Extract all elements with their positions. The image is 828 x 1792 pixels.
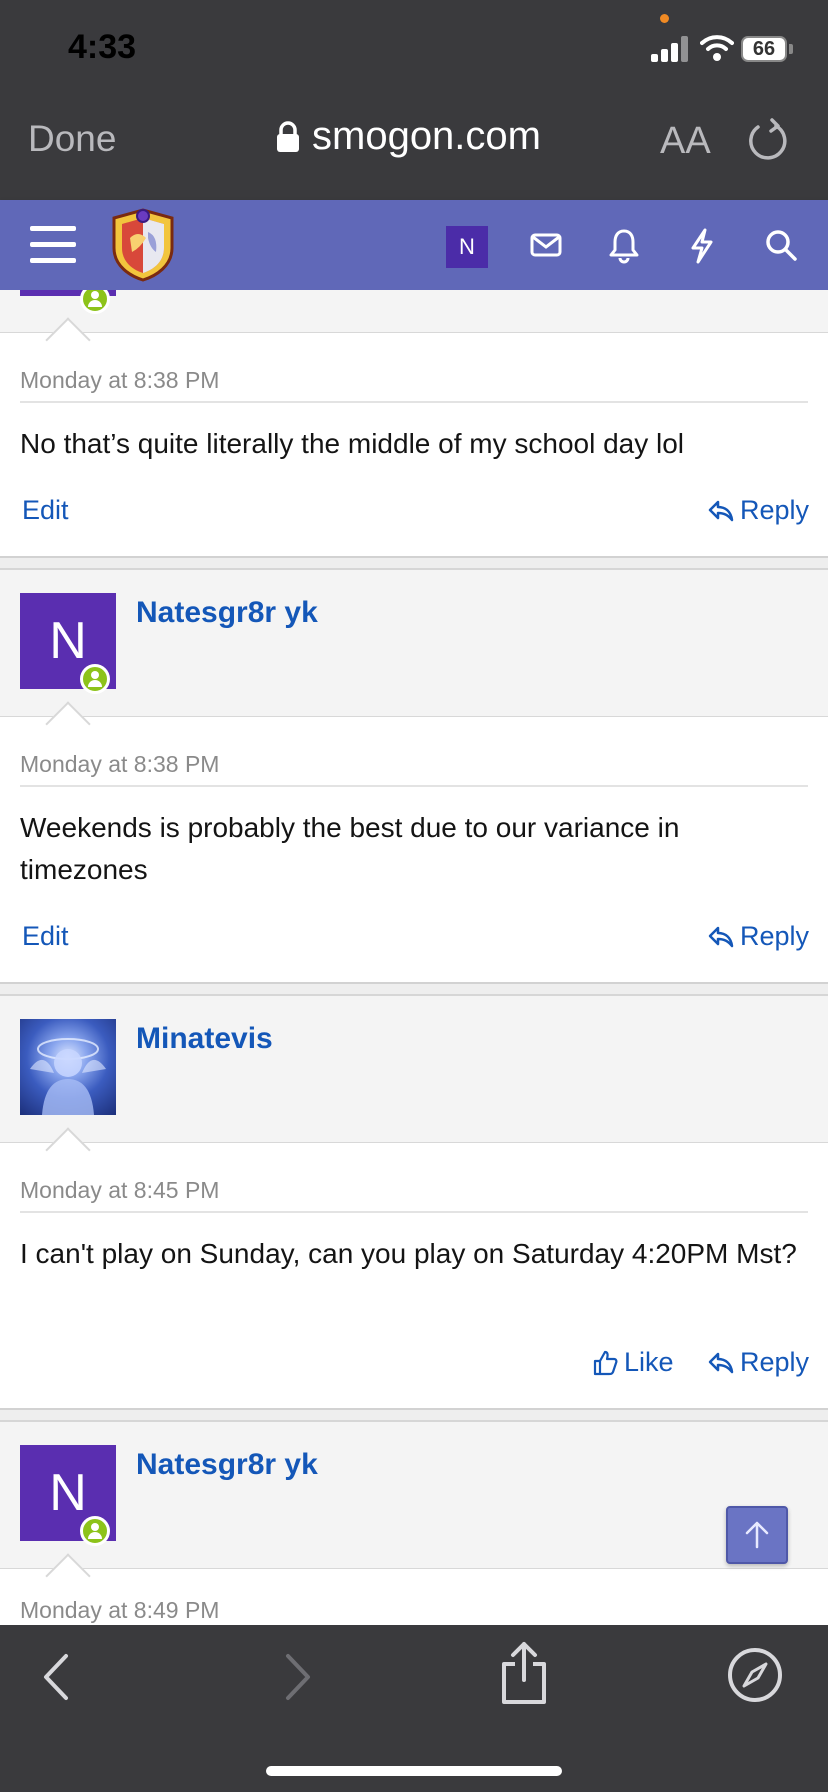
divider	[20, 785, 808, 787]
bell-icon[interactable]	[608, 228, 640, 264]
post-author-bar	[0, 996, 828, 1144]
reply-label: Reply	[740, 921, 810, 951]
post-separator	[0, 982, 828, 996]
reply-label: Reply	[740, 495, 810, 525]
edit-button[interactable]: Edit	[22, 495, 69, 526]
user-avatar[interactable]: N	[446, 226, 488, 268]
post-date[interactable]: Monday at 8:49 PM	[20, 1597, 219, 1624]
post-separator	[0, 556, 828, 570]
battery-tip	[789, 44, 793, 54]
lock-icon	[277, 120, 299, 152]
reply-icon	[708, 1352, 734, 1373]
back-icon[interactable]	[40, 1652, 74, 1702]
edit-label: Edit	[22, 495, 69, 525]
reply-button[interactable]: Reply	[708, 495, 809, 526]
camera-indicator	[660, 14, 669, 23]
forward-icon[interactable]	[280, 1652, 314, 1702]
reply-button[interactable]: Reply	[708, 921, 809, 952]
status-time: 4:33	[68, 28, 137, 66]
divider	[20, 1211, 808, 1213]
text-size-button[interactable]: AA	[660, 120, 711, 163]
edit-label: Edit	[22, 921, 69, 951]
like-button[interactable]: Like	[592, 1347, 674, 1378]
home-indicator	[266, 1766, 562, 1776]
whats-new-bolt-icon[interactable]	[688, 228, 716, 264]
post-separator	[0, 1408, 828, 1422]
reload-icon[interactable]	[746, 118, 790, 164]
post-date[interactable]: Monday at 8:45 PM	[20, 1177, 219, 1204]
post-author-bar	[0, 1422, 828, 1570]
thumbs-up-icon	[593, 1350, 618, 1375]
post-date[interactable]: Monday at 8:38 PM	[20, 751, 219, 778]
scroll-to-top-button[interactable]	[726, 1506, 788, 1564]
username-link[interactable]: Natesgr8r yk	[136, 596, 318, 630]
online-status-icon	[80, 664, 110, 694]
thread-posts: Monday at 8:38 PM No that’s quite litera…	[0, 290, 828, 1625]
address-bar[interactable]: smogon.com	[276, 114, 541, 159]
wifi-icon	[700, 35, 734, 61]
reply-icon	[708, 500, 734, 521]
share-icon[interactable]	[498, 1640, 550, 1706]
signal-icon	[651, 36, 689, 62]
done-button[interactable]: Done	[28, 118, 116, 160]
post-message: No that’s quite literally the middle of …	[20, 428, 685, 459]
post-date[interactable]: Monday at 8:38 PM	[20, 367, 219, 394]
reply-icon	[708, 926, 734, 947]
reply-button[interactable]: Reply	[708, 1347, 809, 1378]
username-link[interactable]: Minatevis	[136, 1022, 273, 1056]
battery-icon: 66	[741, 36, 787, 62]
online-status-icon	[80, 1516, 110, 1546]
post-message: I can't play on Sunday, can you play on …	[20, 1238, 797, 1269]
username-link[interactable]: Natesgr8r yk	[136, 1448, 318, 1482]
post-author-bar	[0, 290, 828, 334]
inbox-icon[interactable]	[530, 228, 562, 262]
avatar[interactable]	[20, 1019, 116, 1115]
reply-label: Reply	[740, 1347, 810, 1377]
url-text: smogon.com	[312, 114, 541, 158]
smogon-logo[interactable]	[110, 208, 176, 282]
edit-button[interactable]: Edit	[22, 921, 69, 952]
like-label: Like	[624, 1347, 674, 1377]
post-author-bar	[0, 570, 828, 718]
compass-icon[interactable]	[726, 1646, 784, 1704]
divider	[20, 401, 808, 403]
arrow-up-icon	[745, 1521, 769, 1549]
menu-icon[interactable]	[30, 226, 76, 264]
search-icon[interactable]	[764, 228, 798, 262]
post-message: Weekends is probably the best due to our…	[20, 812, 680, 885]
avatar-image	[30, 1038, 106, 1115]
